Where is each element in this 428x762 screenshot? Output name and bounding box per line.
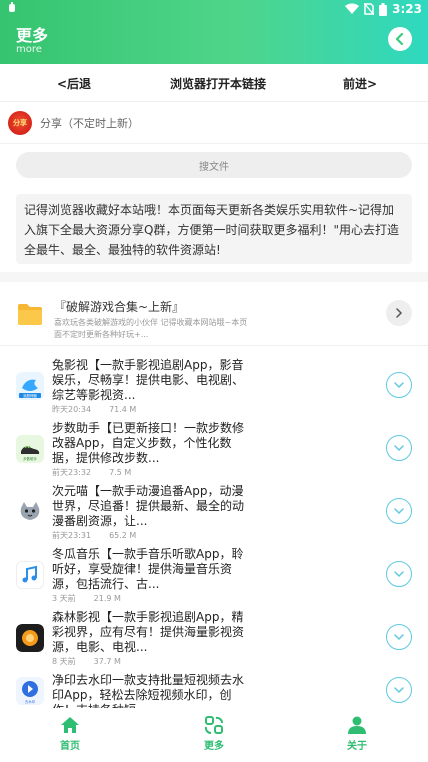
app-title: 森林影视【一款手影视追剧App，精彩视界，应有尽有！提供海量影视资源，电影、电视… [52,610,245,654]
forest-play-icon [16,624,44,652]
chevron-left-icon [395,33,404,45]
app-title: 步数助手【已更新接口！一款步数修改器App，自定义步数，个性化数据，提供修改步数… [52,421,245,465]
folder-open-button[interactable] [386,300,412,326]
app-meta: 昨天20:34 71.4 M [52,405,137,414]
notice-text: 记得浏览器收藏好本站哦！本页面每天更新各类娱乐实用软件~记得加入旗下全最大资源分… [16,194,412,264]
app-title: 兔影视【一款手影视追剧App，影音娱乐，尽畅享！提供电影、电视剧、综艺等影视资.… [52,358,245,402]
chevron-right-icon [396,308,403,318]
folder-title: 『破解游戏合集~上新』 [54,300,185,314]
tab-more[interactable]: 更多 [184,716,244,752]
share-logo-icon: 分享 [8,111,32,135]
list-item[interactable]: 冬瓜音乐【一款手音乐听歌App，聆听好，享受旋律！提供海量音乐资源，包括流行、古… [0,547,428,609]
status-bar: 3:23 [0,0,428,18]
download-button[interactable] [386,677,412,703]
share-label: 分享（不定时上新） [40,117,139,130]
rabbit-tv-icon: 追剧神器 [16,372,44,400]
tab-home-label: 首页 [60,741,80,752]
download-arrow-icon [394,571,404,578]
bottom-tab-bar: 首页 更多 关于 [0,708,428,762]
search-input[interactable]: 搜文件 [16,152,412,178]
app-meta: 前天23:31 65.2 M [52,531,137,540]
download-button[interactable] [386,498,412,524]
download-button[interactable] [386,372,412,398]
folder-description: 喜欢玩各类破解游戏的小伙伴 记得收藏本网站哦~本页面不定时更新各种好玩+... [54,318,248,339]
page-subtitle: more [16,44,42,55]
download-arrow-icon [394,445,404,452]
share-row[interactable]: 分享 分享（不定时上新） [0,102,428,144]
list-item[interactable]: 步数助手 步数助手【已更新接口！一款步数修改器App，自定义步数，个性化数据，提… [0,421,428,483]
list-item[interactable]: 追剧神器 兔影视【一款手影视追剧App，影音娱乐，尽畅享！提供电影、电视剧、综艺… [0,358,428,420]
app-meta: 8 天前 37.7 M [52,657,121,666]
svg-text:追剧神器: 追剧神器 [23,393,37,398]
home-icon [61,717,79,733]
app-title: 净印去水印一款支持批量短视频去水印App，轻松去除短视频水印，创作！支持各种短.… [52,673,245,708]
status-time: 3:23 [392,2,422,16]
page-title: 更多 [16,26,49,45]
section-divider [0,272,428,282]
app-title: 次元喵【一款手动漫追番App，动漫世界，尽追番！提供最新、最全的动漫番剧资源，让… [52,484,245,528]
cat-icon [16,498,44,526]
download-button[interactable] [386,624,412,650]
folder-icon [18,304,42,325]
list-item[interactable]: 去水印 净印去水印一款支持批量短视频去水印App，轻松去除短视频水印，创作！支持… [0,673,428,708]
download-button[interactable] [386,561,412,587]
svg-text:步数助手: 步数助手 [23,456,37,461]
back-button[interactable] [388,27,412,51]
app-title: 冬瓜音乐【一款手音乐听歌App，聆听好，享受旋律！提供海量音乐资源，包括流行、古… [52,547,244,591]
nav-back-link[interactable]: <后退 [57,75,91,92]
open-in-browser-link[interactable]: 浏览器打开本链接 [170,75,266,92]
debug-icon [8,2,16,17]
list-item[interactable]: 次元喵【一款手动漫追番App，动漫世界，尽追番！提供最新、最全的动漫番剧资源，让… [0,484,428,546]
tab-about[interactable]: 关于 [327,716,387,752]
browser-nav-row: <后退 浏览器打开本链接 前进> [0,64,428,102]
nav-forward-link[interactable]: 前进> [343,75,377,92]
download-arrow-icon [394,687,404,694]
svg-text:去水印: 去水印 [25,699,36,704]
wifi-icon [345,3,360,14]
download-arrow-icon [394,508,404,515]
status-icons: 3:23 [345,1,422,17]
app-meta: 前天23:32 7.5 M [52,468,132,477]
download-arrow-icon [394,634,404,641]
folder-item[interactable]: 『破解游戏合集~上新』 喜欢玩各类破解游戏的小伙伴 记得收藏本网站哦~本页面不定… [0,286,428,346]
music-note-icon [16,561,44,589]
more-apps-icon [204,716,223,734]
app-header: 3:23 更多 more [0,0,428,64]
tab-about-label: 关于 [347,741,367,752]
watermark-remove-icon: 去水印 [16,677,44,705]
download-arrow-icon [394,382,404,389]
shoe-step-icon: 步数助手 [16,435,44,463]
user-icon [348,716,366,734]
tab-more-label: 更多 [204,741,224,752]
list-item[interactable]: 森林影视【一款手影视追剧App，精彩视界，应有尽有！提供海量影视资源，电影、电视… [0,610,428,672]
download-button[interactable] [386,435,412,461]
battery-icon [379,2,388,16]
tab-home[interactable]: 首页 [40,716,100,752]
app-meta: 3 天前 21.9 M [52,594,121,603]
no-sim-icon [364,3,375,15]
